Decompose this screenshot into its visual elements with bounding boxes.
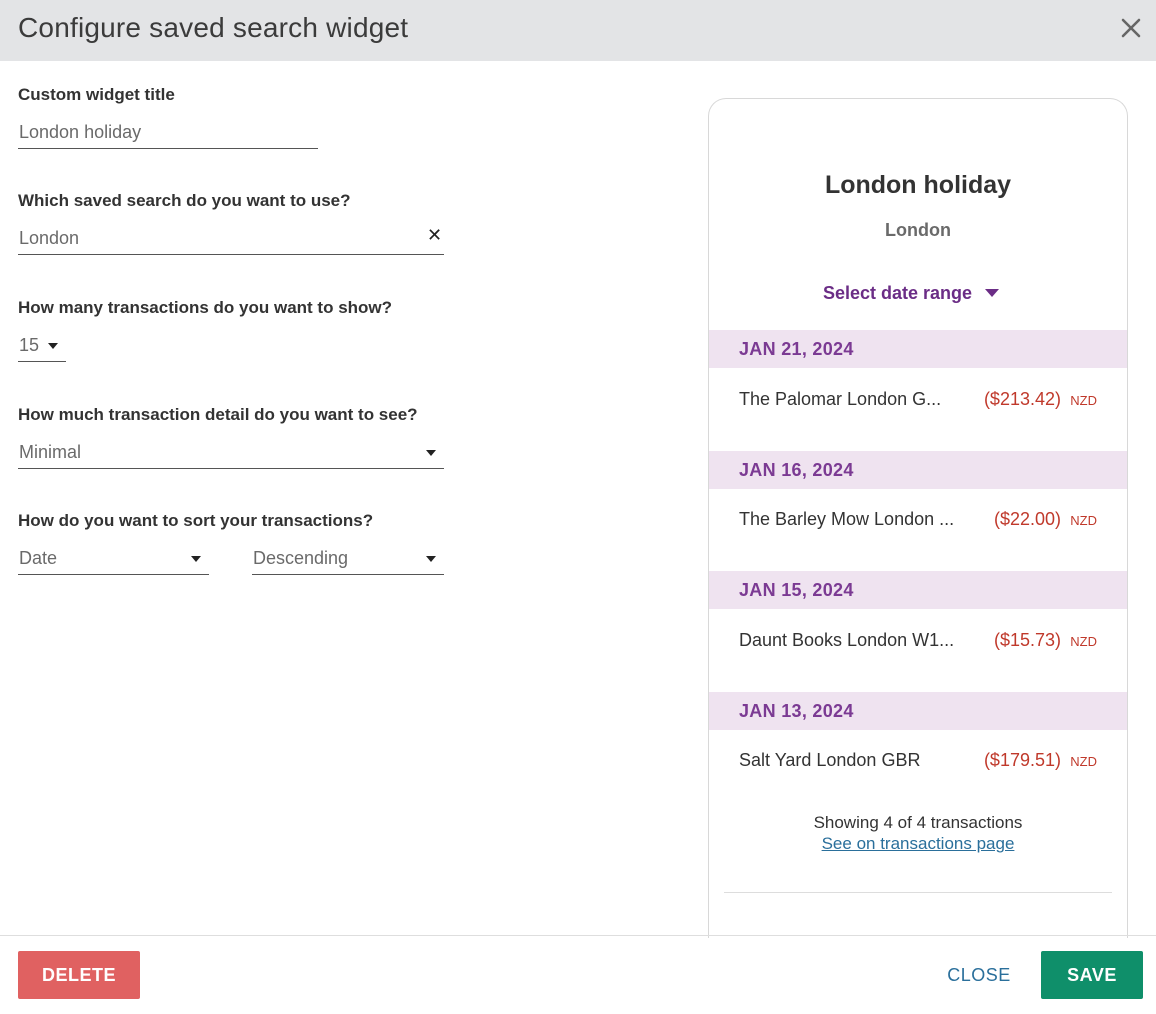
saved-search-label: Which saved search do you want to use? <box>18 191 351 210</box>
transaction-currency: NZD <box>1070 634 1097 649</box>
date-header-label: JAN 16, 2024 <box>739 460 854 480</box>
detail-label: How much transaction detail do you want … <box>18 405 418 424</box>
transaction-name: Daunt Books London W1... <box>739 630 955 650</box>
close-button[interactable]: CLOSE <box>935 951 1023 999</box>
transaction-currency: NZD <box>1070 513 1097 528</box>
see-transactions-link[interactable]: See on transactions page <box>709 834 1127 854</box>
saved-search-input[interactable]: London ✕ <box>18 222 444 255</box>
sort-label: How do you want to sort your transaction… <box>18 511 374 530</box>
transaction-row[interactable]: The Palomar London G... ($213.42) NZD <box>709 368 1127 451</box>
transaction-name: The Palomar London G... <box>739 389 942 409</box>
chevron-down-icon <box>191 556 201 562</box>
count-select[interactable]: 15 <box>18 330 66 362</box>
widget-title-input[interactable]: London holiday <box>18 116 318 149</box>
chevron-down-icon <box>48 343 58 349</box>
date-header-label: JAN 21, 2024 <box>739 339 854 359</box>
transaction-name: The Barley Mow London ... <box>739 509 955 529</box>
sort-field-select[interactable]: Date <box>18 542 209 575</box>
detail-select[interactable]: Minimal <box>18 436 444 469</box>
detail-value: Minimal <box>19 442 82 462</box>
widget-title-label: Custom widget title <box>18 85 175 104</box>
chevron-down-icon <box>426 450 436 456</box>
date-header: JAN 16, 2024 <box>709 451 1127 489</box>
count-label: How many transactions do you want to sho… <box>18 298 393 317</box>
showing-count-text: Showing 4 of 4 transactions <box>813 813 1023 832</box>
transaction-name: Salt Yard London GBR <box>739 750 921 770</box>
chevron-down-icon[interactable] <box>985 289 999 297</box>
chevron-down-icon <box>426 556 436 562</box>
dialog-title: Configure saved search widget <box>18 12 409 43</box>
transaction-row[interactable]: The Barley Mow London ... ($22.00) NZD <box>709 488 1127 571</box>
saved-search-value: London <box>19 228 80 248</box>
date-range-dropdown[interactable]: Select date range <box>823 283 972 304</box>
delete-button[interactable]: DELETE <box>18 951 140 999</box>
sort-field-value: Date <box>19 548 58 568</box>
transaction-currency: NZD <box>1070 754 1097 769</box>
clear-icon[interactable]: ✕ <box>427 225 442 246</box>
date-header: JAN 13, 2024 <box>709 692 1127 730</box>
transaction-amount: ($22.00) <box>993 509 1061 529</box>
transaction-amount: ($179.51) <box>983 750 1061 770</box>
transaction-row[interactable]: Salt Yard London GBR ($179.51) NZD <box>709 729 1127 812</box>
date-header: JAN 21, 2024 <box>709 330 1127 368</box>
transaction-amount: ($15.73) <box>993 630 1061 650</box>
widget-preview-card: London holiday London Select date range … <box>708 98 1128 938</box>
save-button[interactable]: SAVE <box>1041 951 1143 999</box>
dialog-header: Configure saved search widget <box>0 0 1156 61</box>
widget-title-value: London holiday <box>19 122 142 142</box>
transaction-row[interactable]: Daunt Books London W1... ($15.73) NZD <box>709 609 1127 692</box>
footer-divider <box>0 935 1156 936</box>
count-value: 15 <box>19 335 40 355</box>
close-icon[interactable] <box>1117 14 1145 42</box>
preview-title: London holiday <box>824 171 1012 199</box>
date-header-label: JAN 13, 2024 <box>739 701 854 721</box>
sort-order-value: Descending <box>253 548 349 568</box>
transaction-currency: NZD <box>1070 393 1097 408</box>
preview-subtitle: London <box>885 220 951 240</box>
date-header-label: JAN 15, 2024 <box>739 580 854 600</box>
transaction-amount: ($213.42) <box>983 389 1061 409</box>
sort-order-select[interactable]: Descending <box>252 542 444 575</box>
date-header: JAN 15, 2024 <box>709 571 1127 609</box>
divider <box>724 892 1112 893</box>
